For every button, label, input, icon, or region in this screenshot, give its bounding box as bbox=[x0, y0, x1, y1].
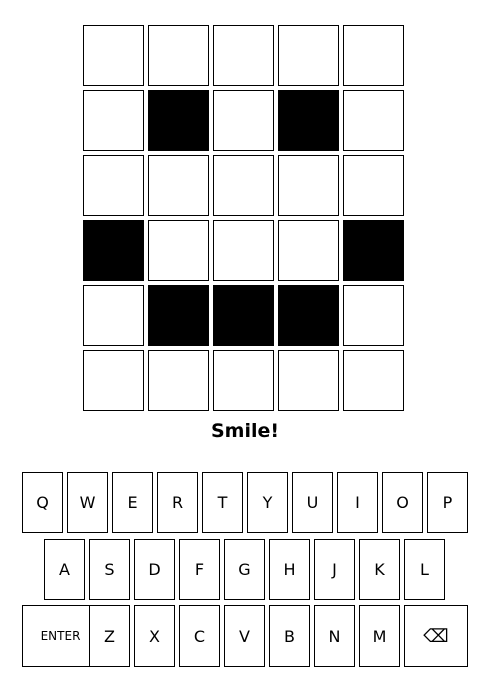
board-cell-empty bbox=[278, 155, 339, 216]
key-t[interactable]: T bbox=[202, 472, 243, 533]
board-cell-empty bbox=[83, 285, 144, 346]
board-cell-empty bbox=[278, 25, 339, 86]
board-cell-empty bbox=[83, 25, 144, 86]
key-h[interactable]: H bbox=[269, 539, 310, 600]
key-g[interactable]: G bbox=[224, 539, 265, 600]
key-n[interactable]: N bbox=[314, 605, 355, 667]
board-cell-empty bbox=[343, 155, 404, 216]
board-cell-empty bbox=[213, 220, 274, 281]
board-cell-filled bbox=[148, 285, 209, 346]
board-cell-empty bbox=[148, 25, 209, 86]
key-i[interactable]: I bbox=[337, 472, 378, 533]
board-cell-empty bbox=[213, 155, 274, 216]
board-cell-empty bbox=[213, 90, 274, 151]
key-m[interactable]: M bbox=[359, 605, 400, 667]
status-message: Smile! bbox=[210, 420, 280, 442]
board-cell-empty bbox=[343, 285, 404, 346]
key-r[interactable]: R bbox=[157, 472, 198, 533]
board-cell-empty bbox=[83, 350, 144, 411]
board-grid bbox=[83, 25, 406, 412]
board-cell-empty bbox=[343, 350, 404, 411]
board-cell-empty bbox=[148, 220, 209, 281]
key-f[interactable]: F bbox=[179, 539, 220, 600]
board-cell-filled bbox=[278, 90, 339, 151]
key-z[interactable]: Z bbox=[89, 605, 130, 667]
board-cell-empty bbox=[213, 25, 274, 86]
key-s[interactable]: S bbox=[89, 539, 130, 600]
key-p[interactable]: P bbox=[427, 472, 468, 533]
key-j[interactable]: J bbox=[314, 539, 355, 600]
board-cell-empty bbox=[148, 155, 209, 216]
key-x[interactable]: X bbox=[134, 605, 175, 667]
board-cell-empty bbox=[213, 350, 274, 411]
key-w[interactable]: W bbox=[67, 472, 108, 533]
key-a[interactable]: A bbox=[44, 539, 85, 600]
board-cell-filled bbox=[278, 285, 339, 346]
key-o[interactable]: O bbox=[382, 472, 423, 533]
board-cell-filled bbox=[148, 90, 209, 151]
key-q[interactable]: Q bbox=[22, 472, 63, 533]
key-d[interactable]: D bbox=[134, 539, 175, 600]
enter-key[interactable]: ENTER bbox=[22, 605, 99, 667]
key-y[interactable]: Y bbox=[247, 472, 288, 533]
key-b[interactable]: B bbox=[269, 605, 310, 667]
board-cell-filled bbox=[213, 285, 274, 346]
board-cell-empty bbox=[278, 220, 339, 281]
board-cell-empty bbox=[148, 350, 209, 411]
board-cell-empty bbox=[83, 155, 144, 216]
key-c[interactable]: C bbox=[179, 605, 220, 667]
key-l[interactable]: L bbox=[404, 539, 445, 600]
board-cell-empty bbox=[278, 350, 339, 411]
backspace-icon[interactable]: ⌫ bbox=[404, 605, 468, 667]
key-v[interactable]: V bbox=[224, 605, 265, 667]
board-cell-empty bbox=[343, 90, 404, 151]
board-cell-filled bbox=[83, 220, 144, 281]
board-cell-filled bbox=[343, 220, 404, 281]
board-cell-empty bbox=[83, 90, 144, 151]
key-u[interactable]: U bbox=[292, 472, 333, 533]
board-cell-empty bbox=[343, 25, 404, 86]
key-e[interactable]: E bbox=[112, 472, 153, 533]
key-k[interactable]: K bbox=[359, 539, 400, 600]
